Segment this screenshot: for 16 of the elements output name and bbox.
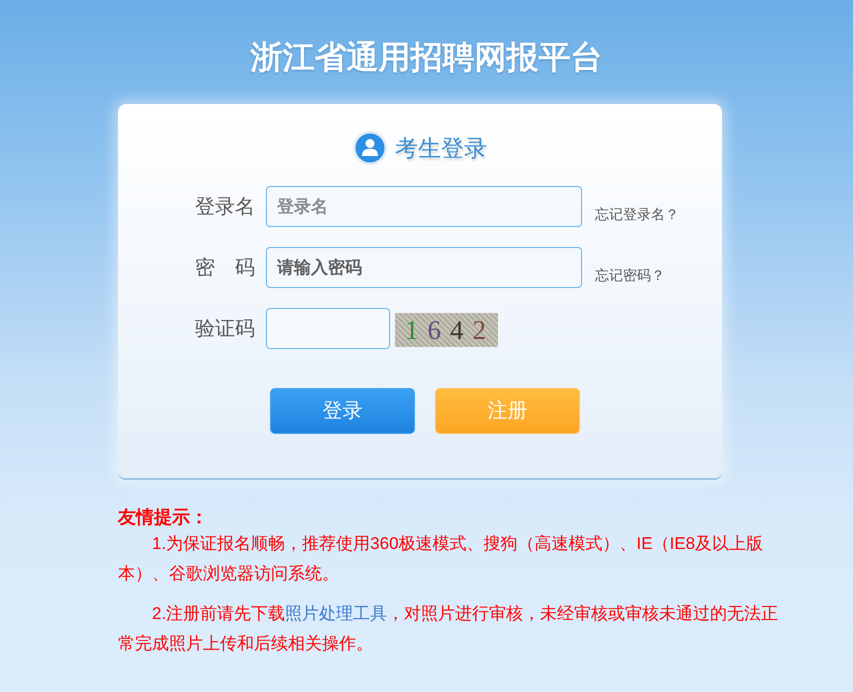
captcha-field[interactable] — [266, 308, 390, 349]
forgot-link[interactable]: 忘记登录名？ — [595, 204, 679, 222]
card-heading: 考生登录 — [395, 134, 487, 163]
input-field[interactable]: 登录名 — [266, 186, 582, 227]
forgot-link[interactable]: 忘记密码？ — [595, 266, 665, 284]
field-label: 密 码 — [195, 256, 255, 280]
notice-paragraph: 1.为保证报名顺畅，推荐使用360极速模式、搜狗（高速模式）、IE（IE8及以上版本）、谷歌浏览器访问系统。 — [118, 533, 764, 585]
download-link[interactable]: 照片处理工具 — [285, 604, 388, 623]
password-field[interactable]: 请输入密码 — [266, 247, 582, 288]
field-label: 验证码 — [195, 316, 255, 340]
notice-paragraph: 2.注册前请先下载照片处理工具，对照片进行审核，未经审核或审核未通过的无法正常完成照片上传和后续相关操作。 — [118, 603, 779, 655]
page-title: 浙江省通用招聘网报平台 — [249, 38, 604, 76]
notice-title: 友情提示： — [118, 506, 209, 529]
login-button[interactable]: 登录 — [270, 388, 415, 434]
field-label: 登录名 — [195, 194, 255, 218]
user-icon — [353, 131, 387, 165]
